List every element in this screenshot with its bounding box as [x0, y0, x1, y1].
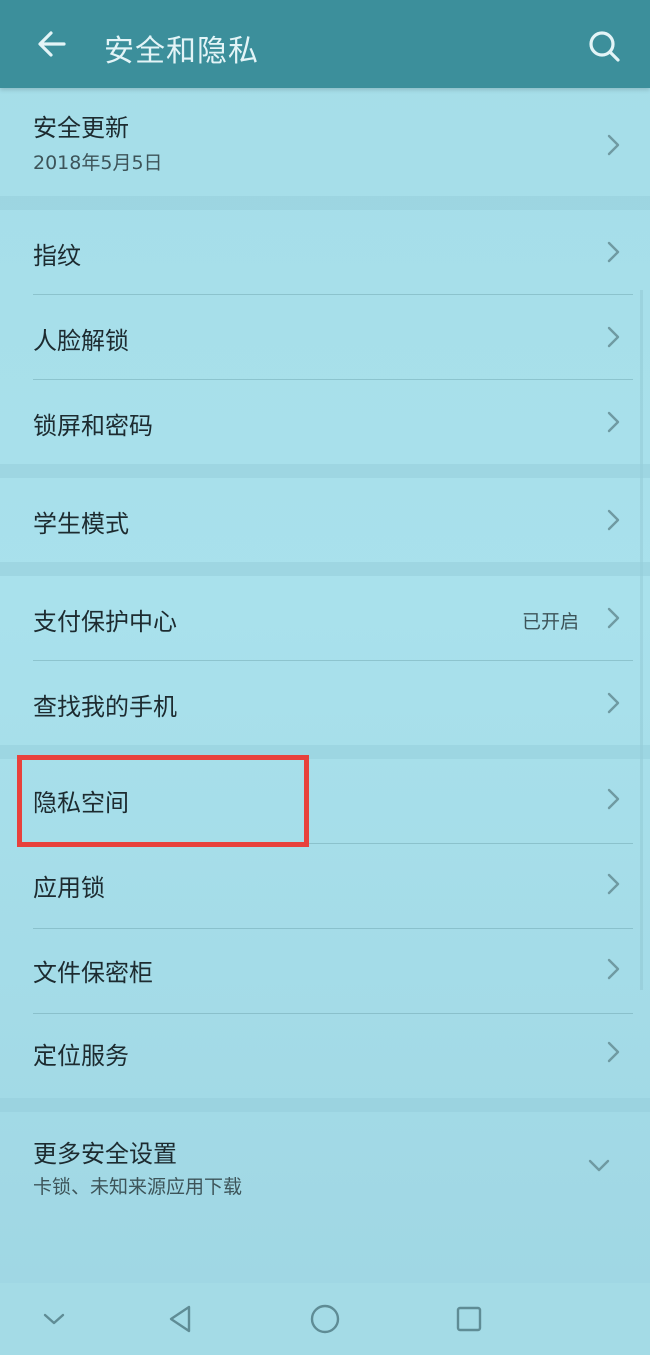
- chevron-right-icon: [607, 241, 620, 263]
- list-item-app-lock[interactable]: 应用锁: [0, 844, 650, 928]
- list-item-payment-protection[interactable]: 支付保护中心 已开启: [0, 576, 650, 660]
- list-item-label: 隐私空间: [33, 789, 129, 817]
- list-item-private-space[interactable]: 隐私空间: [0, 759, 650, 843]
- list-item-subtitle: 卡锁、未知来源应用下载: [33, 1176, 243, 1198]
- recents-square-icon: [456, 1306, 482, 1332]
- list-item-label: 锁屏和密码: [33, 412, 153, 440]
- back-triangle-icon: [169, 1305, 191, 1333]
- app-bar: 安全和隐私: [0, 0, 650, 88]
- list-item-subtitle: 2018年5月5日: [33, 152, 163, 174]
- list-item-lockscreen-password[interactable]: 锁屏和密码: [0, 380, 650, 464]
- system-nav-bar: [0, 1283, 650, 1355]
- section-divider: [0, 464, 650, 478]
- list-item-label: 更多安全设置: [33, 1140, 177, 1168]
- chevron-down-icon: [43, 1313, 65, 1325]
- section-divider: [0, 745, 650, 759]
- search-button[interactable]: [580, 22, 628, 70]
- search-icon: [589, 31, 620, 62]
- list-item-label: 学生模式: [33, 510, 129, 538]
- back-button[interactable]: [28, 20, 76, 68]
- list-item-find-my-phone[interactable]: 查找我的手机: [0, 661, 650, 745]
- nav-home-button[interactable]: [303, 1297, 347, 1341]
- status-text: 已开启: [522, 611, 580, 633]
- list-item-student-mode[interactable]: 学生模式: [0, 478, 650, 562]
- list-item-fingerprint[interactable]: 指纹: [0, 210, 650, 294]
- chevron-right-icon: [607, 692, 620, 714]
- list-item-label: 支付保护中心: [33, 608, 177, 636]
- chevron-right-icon: [607, 411, 620, 433]
- chevron-down-icon: [588, 1159, 610, 1172]
- chevron-right-icon: [607, 958, 620, 980]
- chevron-right-icon: [607, 509, 620, 531]
- list-item-security-update[interactable]: 安全更新 2018年5月5日: [0, 96, 650, 196]
- section-divider: [0, 1098, 650, 1112]
- chevron-right-icon: [607, 134, 620, 156]
- list-item-more-security-settings[interactable]: 更多安全设置 卡锁、未知来源应用下载: [0, 1112, 650, 1222]
- arrow-left-icon: [38, 31, 66, 57]
- chevron-right-icon: [607, 1041, 620, 1063]
- chevron-right-icon: [607, 326, 620, 348]
- list-item-label: 文件保密柜: [33, 959, 153, 987]
- screen: 安全和隐私 安全更新 2018年5月5日 指纹 人脸解锁 锁屏和密码 学生模式: [0, 0, 650, 1355]
- home-circle-icon: [310, 1304, 340, 1334]
- list-item-label: 安全更新: [33, 114, 129, 142]
- page-title: 安全和隐私: [104, 34, 259, 69]
- list-item-label: 查找我的手机: [33, 693, 177, 721]
- nav-hide-button[interactable]: [32, 1297, 76, 1341]
- chevron-right-icon: [607, 607, 620, 629]
- list-item-label: 人脸解锁: [33, 327, 129, 355]
- list-item-label: 应用锁: [33, 874, 105, 902]
- chevron-right-icon: [607, 788, 620, 810]
- section-divider: [0, 562, 650, 576]
- nav-back-button[interactable]: [158, 1297, 202, 1341]
- list-item-location-services[interactable]: 定位服务: [0, 1014, 650, 1098]
- chevron-right-icon: [607, 873, 620, 895]
- list-item-file-safe[interactable]: 文件保密柜: [0, 929, 650, 1013]
- list-item-label: 指纹: [33, 242, 81, 270]
- section-divider: [0, 196, 650, 210]
- nav-recents-button[interactable]: [447, 1297, 491, 1341]
- list-item-face-unlock[interactable]: 人脸解锁: [0, 295, 650, 379]
- list-item-label: 定位服务: [33, 1042, 129, 1070]
